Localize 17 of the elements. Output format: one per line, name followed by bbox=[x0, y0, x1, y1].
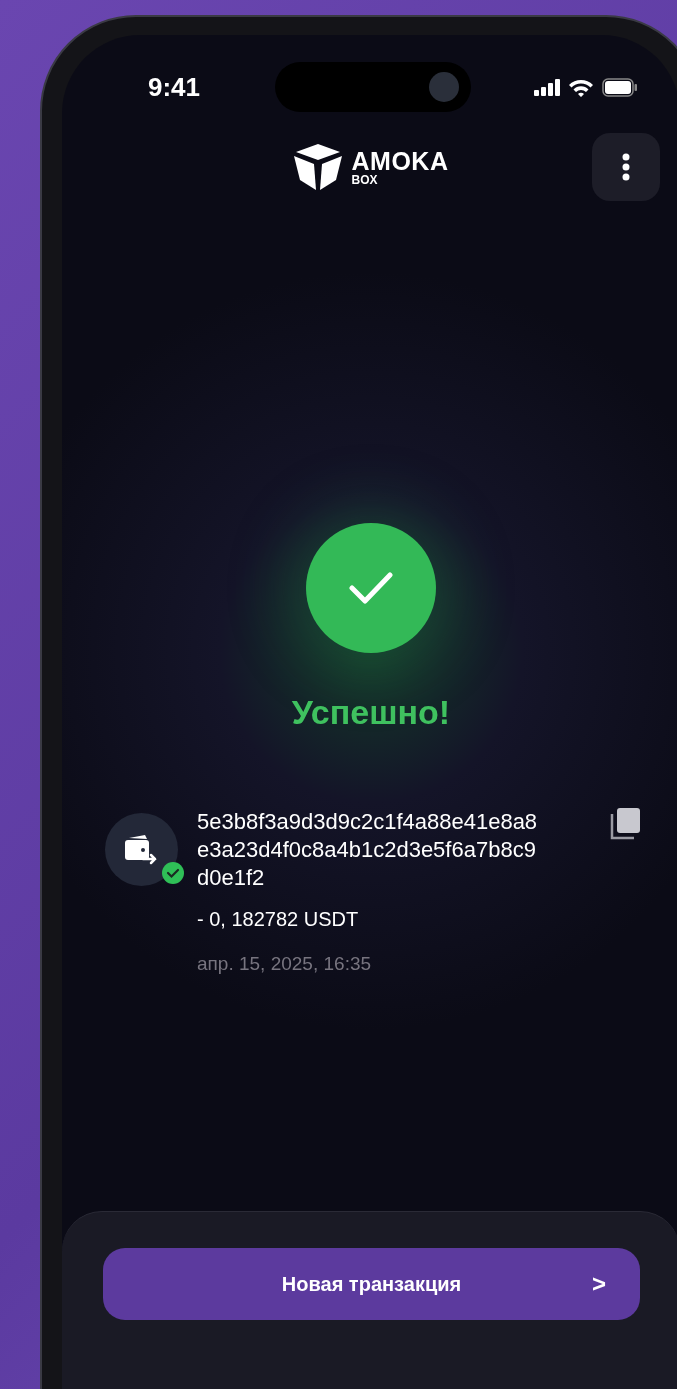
cube-logo-icon bbox=[293, 144, 342, 190]
more-vertical-icon bbox=[622, 153, 630, 181]
signal-icon bbox=[534, 78, 560, 96]
copy-icon[interactable] bbox=[610, 808, 640, 840]
checkmark-icon bbox=[349, 571, 393, 605]
transaction-date: апр. 15, 2025, 16:35 bbox=[197, 953, 373, 975]
new-transaction-button[interactable]: Новая транзакция > bbox=[103, 1248, 640, 1320]
logo-text: AMOKA bbox=[351, 148, 449, 174]
status-time: 9:41 bbox=[148, 71, 202, 103]
transaction-hash: 5e3b8f3a9d3d9c2c1f4a88e41e8a8e3a23d4f0c8a4b1c2d3e5f6a7b8c9d0e1f2 bbox=[197, 808, 539, 892]
wifi-icon bbox=[568, 77, 594, 97]
logo-subtext: BOX bbox=[351, 173, 379, 186]
success-title: Успешно! bbox=[291, 693, 451, 732]
battery-icon bbox=[602, 77, 638, 97]
wallet-transfer-icon bbox=[124, 834, 159, 865]
transaction-amount: - 0, 182782 USDT bbox=[197, 908, 360, 931]
more-menu-button[interactable] bbox=[592, 133, 660, 201]
